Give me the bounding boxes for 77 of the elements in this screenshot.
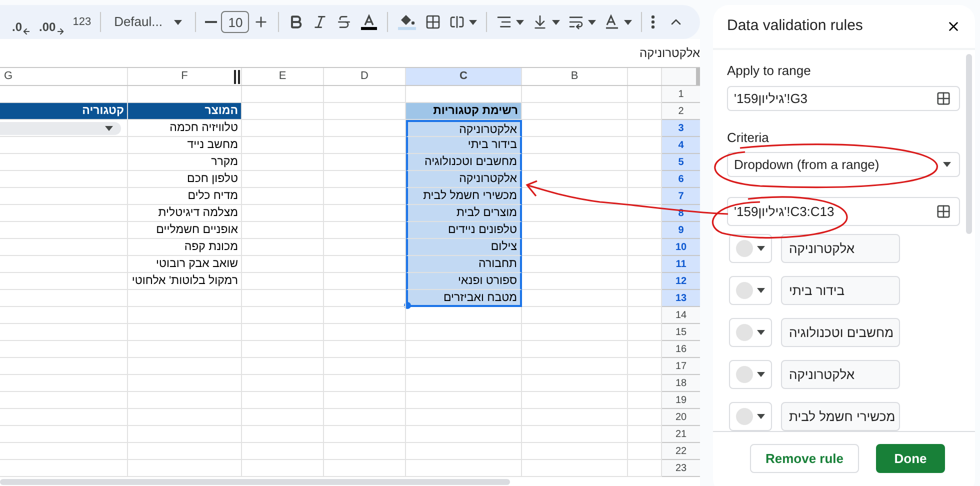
row-header[interactable]: 5 — [662, 154, 700, 171]
table-cell: מוצרים לבית — [406, 205, 522, 222]
range-value: 'גיליון159'!G3 — [734, 90, 808, 108]
row-header[interactable]: 11 — [662, 256, 700, 273]
row-header[interactable]: 6 — [662, 171, 700, 188]
table-cell: טלפונים ניידים — [406, 222, 522, 239]
table-cell: אופניים חשמליים — [128, 222, 242, 239]
row-header[interactable]: 10 — [662, 239, 700, 256]
table-cell: מכונת קפה — [128, 239, 242, 256]
option-value: אלקטרוניקה — [789, 366, 854, 384]
row-header[interactable]: 19 — [662, 392, 700, 409]
option-value: בידור ביתי — [789, 282, 845, 300]
row-header[interactable]: 17 — [662, 358, 700, 375]
row-header[interactable]: 22 — [662, 443, 700, 460]
table-cell: רמקול בלוטות' אלחוטי — [128, 273, 242, 290]
table-cell: מצלמה דיגיטלית — [128, 205, 242, 222]
option-field[interactable]: מחשבים וטכנולוגיה — [781, 318, 900, 347]
table-cell: אלקטרוניקה — [406, 171, 522, 188]
font-dropdown[interactable]: Defaul... — [106, 8, 190, 36]
column-header[interactable]: F — [128, 68, 242, 85]
font-size-field[interactable]: 10 — [221, 11, 250, 33]
header-cell: רשימת קטגוריות — [406, 103, 522, 120]
row-header[interactable]: 3 — [662, 120, 700, 137]
row-header[interactable]: 7 — [662, 188, 700, 205]
row-header[interactable]: 16 — [662, 341, 700, 358]
option-value: אלקטרוניקה — [789, 240, 854, 258]
table-cell: טלוויזיה חכמה — [128, 120, 242, 137]
done-button[interactable]: Done — [876, 444, 945, 473]
table-cell: מטבח ואביזרים — [406, 290, 522, 307]
table-cell: אלקטרוניקה — [406, 120, 522, 137]
row-header[interactable]: 14 — [662, 307, 700, 324]
range-value: 'גיליון159'!C3:C13 — [734, 202, 834, 221]
row-header[interactable]: 12 — [662, 273, 700, 290]
table-cell: מחשב נייד — [128, 137, 242, 154]
row-header[interactable]: 20 — [662, 409, 700, 426]
table-cell: מכשירי חשמל לבית — [406, 188, 522, 205]
header-cell: קטגוריה — [0, 103, 128, 120]
option-value: מכשירי חשמל לבית — [789, 408, 896, 426]
formula-value: אלקטרוניקה — [640, 45, 700, 62]
row-header[interactable]: 9 — [662, 222, 700, 239]
column-header[interactable]: G — [0, 68, 128, 85]
row-header[interactable]: 13 — [662, 290, 700, 307]
row-header[interactable]: 2 — [662, 103, 700, 120]
option-field[interactable]: אלקטרוניקה — [781, 234, 900, 263]
row-header[interactable]: 21 — [662, 426, 700, 443]
range-field[interactable]: 'גיליון159'!C3:C13 — [727, 197, 960, 226]
field-label: Apply to range — [727, 63, 812, 79]
table-cell: בידור ביתי — [406, 137, 522, 154]
option-field[interactable]: אלקטרוניקה — [781, 360, 900, 389]
panel-title: Data validation rules — [727, 16, 863, 36]
row-header[interactable]: 1 — [662, 86, 700, 103]
increase-decimal-button[interactable]: .00 — [35, 8, 69, 36]
option-value: מחשבים וטכנולוגיה — [789, 324, 894, 342]
option-field[interactable]: מכשירי חשמל לבית — [781, 402, 900, 431]
table-cell: תחבורה — [406, 256, 522, 273]
table-cell: טלפון חכם — [128, 171, 242, 188]
header-cell: המוצר — [128, 103, 242, 120]
row-header[interactable]: 15 — [662, 324, 700, 341]
decrease-decimal-button[interactable]: .0 — [8, 8, 36, 36]
criteria-dropdown[interactable]: Dropdown (from a range) — [727, 152, 960, 177]
remove-rule-button[interactable]: Remove rule — [750, 444, 859, 473]
row-header[interactable]: 23 — [662, 460, 700, 477]
field-label: Criteria — [727, 130, 770, 146]
row-header[interactable]: 18 — [662, 375, 700, 392]
table-cell: מחשבים וטכנולוגיה — [406, 154, 522, 171]
table-cell: שואב אבק רובוטי — [128, 256, 242, 273]
table-cell: מדיח כלים — [128, 188, 242, 205]
range-field[interactable]: 'גיליון159'!G3 — [727, 86, 960, 111]
option-field[interactable]: בידור ביתי — [781, 276, 900, 305]
number-format-button[interactable]: 123 — [68, 8, 96, 36]
row-header[interactable]: 4 — [662, 137, 700, 154]
column-header[interactable]: C — [406, 68, 522, 85]
table-cell: מקרר — [128, 154, 242, 171]
table-cell: צילום — [406, 239, 522, 256]
column-header[interactable]: D — [324, 68, 406, 85]
table-cell: ספורט ופנאי — [406, 273, 522, 290]
column-header[interactable]: E — [242, 68, 324, 85]
